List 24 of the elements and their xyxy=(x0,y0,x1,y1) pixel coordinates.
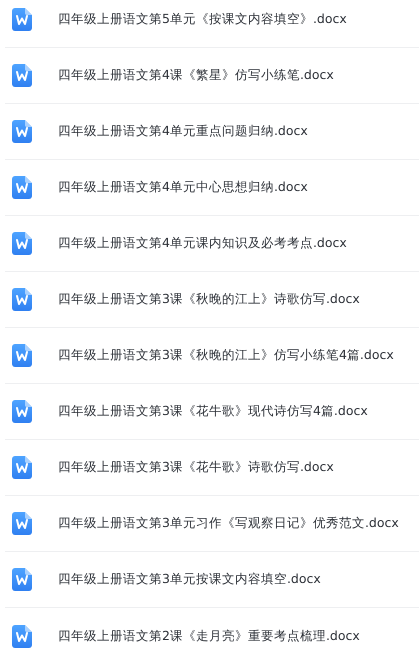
file-name[interactable]: 四年级上册语文第2课《走月亮》重要考点梳理.docx xyxy=(58,628,360,644)
file-name[interactable]: 四年级上册语文第3课《花牛歌》现代诗仿写4篇.docx xyxy=(58,403,368,420)
word-document-icon xyxy=(12,512,32,535)
word-document-icon xyxy=(12,176,32,199)
word-document-icon xyxy=(12,288,32,311)
word-document-icon xyxy=(12,624,32,648)
word-document-icon xyxy=(12,120,32,143)
word-document-icon xyxy=(12,64,32,87)
word-document-icon xyxy=(12,232,32,255)
file-name[interactable]: 四年级上册语文第3单元习作《写观察日记》优秀范文.docx xyxy=(58,515,399,532)
file-name[interactable]: 四年级上册语文第3单元按课文内容填空.docx xyxy=(58,571,321,588)
file-name[interactable]: 四年级上册语文第4单元课内知识及必考考点.docx xyxy=(58,235,347,252)
file-name[interactable]: 四年级上册语文第3课《秋晚的江上》仿写小练笔4篇.docx xyxy=(58,347,394,364)
word-document-icon xyxy=(12,568,32,591)
file-name[interactable]: 四年级上册语文第4课《繁星》仿写小练笔.docx xyxy=(58,67,334,84)
word-document-icon xyxy=(12,400,32,423)
file-name[interactable]: 四年级上册语文第5单元《按课文内容填空》.docx xyxy=(58,11,347,28)
word-document-icon xyxy=(12,8,32,31)
word-document-icon xyxy=(12,456,32,479)
file-name[interactable]: 四年级上册语文第4单元重点问题归纳.docx xyxy=(58,123,308,140)
word-document-icon xyxy=(12,344,32,367)
file-name[interactable]: 四年级上册语文第3课《秋晚的江上》诗歌仿写.docx xyxy=(58,291,360,308)
file-name[interactable]: 四年级上册语文第4单元中心思想归纳.docx xyxy=(58,179,308,196)
file-name[interactable]: 四年级上册语文第3课《花牛歌》诗歌仿写.docx xyxy=(58,459,334,476)
